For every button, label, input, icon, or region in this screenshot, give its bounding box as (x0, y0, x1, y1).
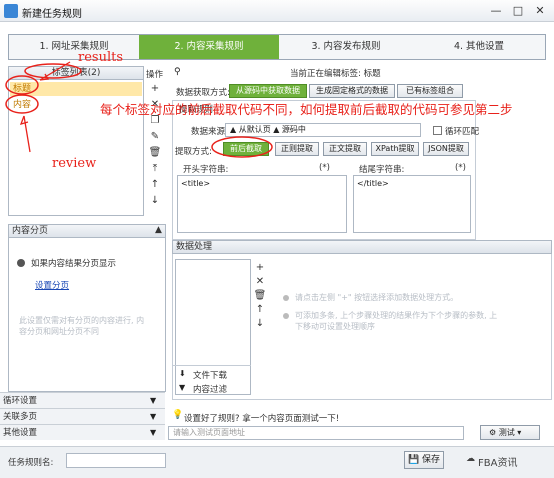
annotation-overlay (5, 61, 273, 158)
annotation-circle-title (5, 75, 39, 95)
annotation-circle-header (24, 63, 82, 79)
annotation-review: review (52, 156, 97, 171)
annotation-circle-content (5, 94, 39, 114)
annotation-note: 每个标签对应的前后截取代码不同，如何提取前后截取的代码可参见第二步 (100, 102, 513, 117)
annotation-results: results (78, 50, 124, 65)
annotation-arrow-review (23, 115, 31, 153)
annotation-circle-method (211, 136, 273, 158)
